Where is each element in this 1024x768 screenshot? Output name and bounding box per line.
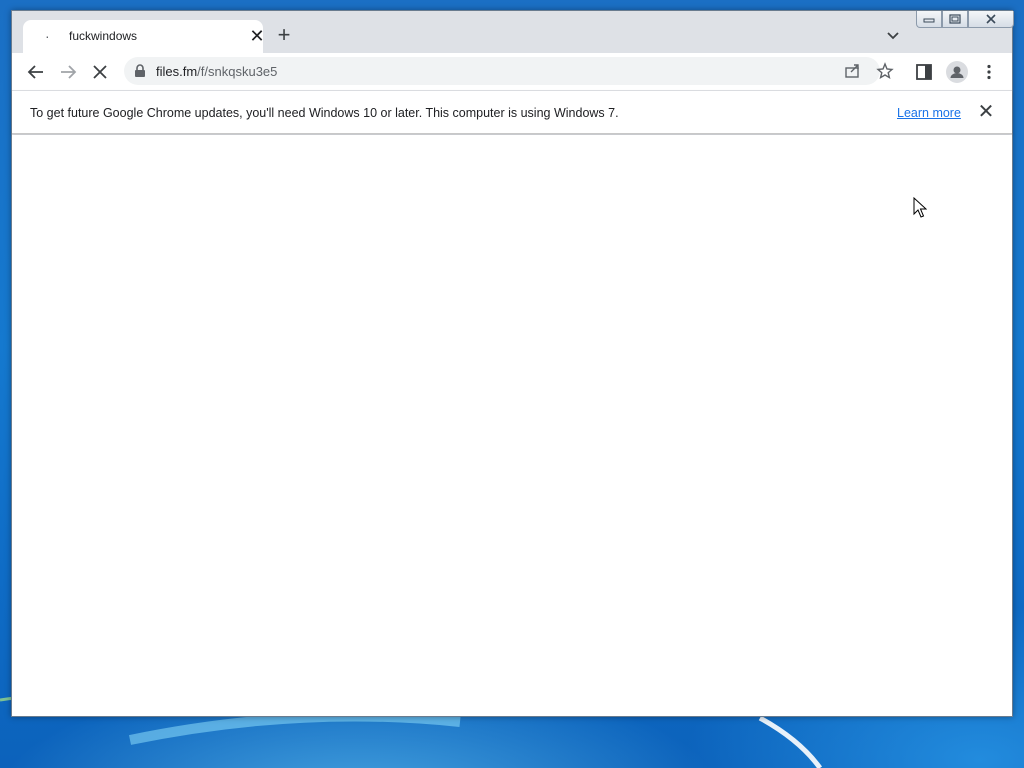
infobar-message: To get future Google Chrome updates, you… xyxy=(30,106,619,120)
page-content[interactable] xyxy=(12,135,1012,716)
url-host: files.fm xyxy=(156,64,198,79)
tab-title: fuckwindows xyxy=(69,29,138,43)
window-caption-buttons xyxy=(916,11,1014,29)
profile-avatar[interactable] xyxy=(946,61,968,83)
tab-active[interactable]: · fuckwindows ✕ xyxy=(23,20,265,53)
window-close-button[interactable] xyxy=(968,11,1014,28)
mouse-cursor-icon xyxy=(913,197,927,218)
browser-window: · fuckwindows ✕ + files.fm/f/snkqsku3e5 … xyxy=(11,10,1014,717)
learn-more-link[interactable]: Learn more xyxy=(897,106,961,120)
forward-arrow-icon[interactable] xyxy=(57,61,79,83)
minimize-icon xyxy=(923,18,935,23)
lock-icon[interactable] xyxy=(134,64,146,78)
bookmark-star-icon[interactable] xyxy=(876,62,894,80)
browser-toolbar: files.fm/f/snkqsku3e5 xyxy=(12,53,1012,90)
url-text[interactable]: files.fm/f/snkqsku3e5 xyxy=(156,64,277,79)
restore-icon xyxy=(949,14,961,24)
new-tab-button[interactable]: + xyxy=(273,24,295,47)
update-infobar: To get future Google Chrome updates, you… xyxy=(12,90,1012,134)
back-arrow-icon[interactable] xyxy=(25,61,47,83)
restore-button[interactable] xyxy=(942,11,968,28)
share-icon[interactable] xyxy=(844,62,862,80)
kebab-menu-icon[interactable] xyxy=(979,62,999,82)
profile-person-icon xyxy=(950,66,964,78)
tab-favicon-icon: · xyxy=(45,28,50,44)
minimize-button[interactable] xyxy=(916,11,942,28)
side-panel-icon[interactable] xyxy=(914,62,934,82)
infobar-close-icon[interactable]: ✕ xyxy=(977,102,995,122)
tab-search-chevron-down-icon[interactable] xyxy=(884,27,902,45)
stop-loading-icon[interactable] xyxy=(89,61,111,83)
url-path: /f/snkqsku3e5 xyxy=(197,64,278,79)
tab-strip: · fuckwindows ✕ + xyxy=(12,11,1014,53)
address-bar[interactable]: files.fm/f/snkqsku3e5 xyxy=(124,57,894,85)
tab-close-icon[interactable]: ✕ xyxy=(247,27,267,47)
window-close-icon xyxy=(986,14,996,24)
